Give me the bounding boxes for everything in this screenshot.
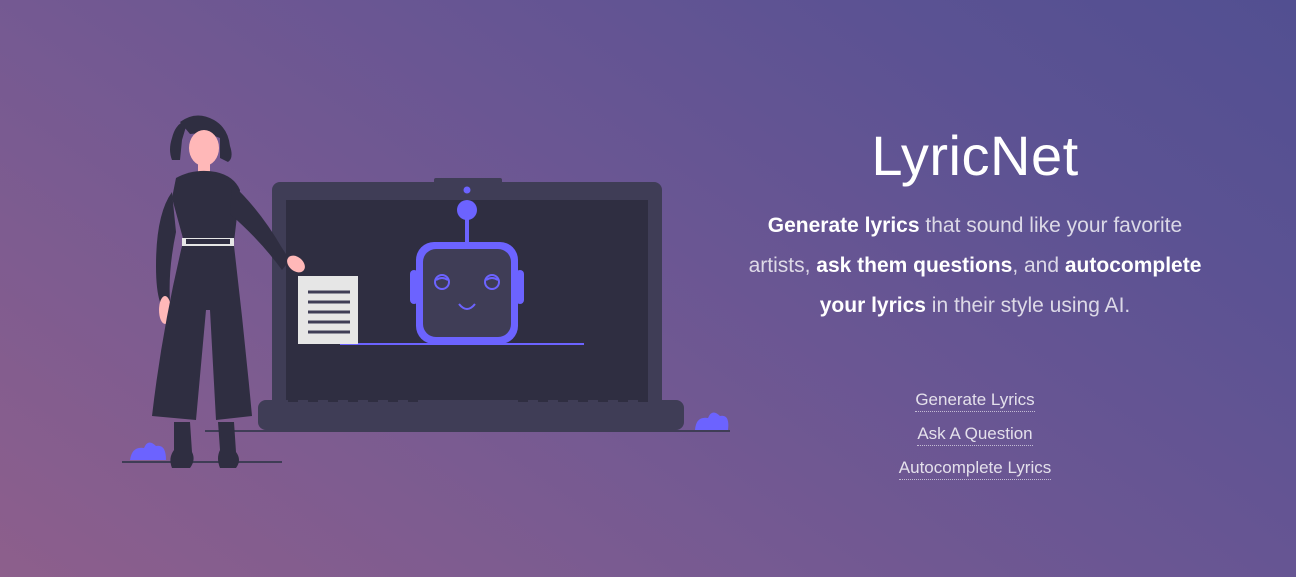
document-icon xyxy=(298,276,358,344)
tagline-text-3: in their style using AI. xyxy=(925,294,1131,317)
action-links: Generate Lyrics Ask A Question Autocompl… xyxy=(740,384,1210,486)
tagline-ask-questions: ask them questions xyxy=(816,254,1013,277)
tagline-generate-lyrics: Generate lyrics xyxy=(767,214,920,237)
ask-question-link[interactable]: Ask A Question xyxy=(917,424,1033,446)
app-title: LyricNet xyxy=(871,124,1079,187)
laptop-base xyxy=(258,400,684,430)
laptop-camera-bar xyxy=(434,178,502,186)
robot-presentation-illustration xyxy=(122,115,730,468)
tagline: Generate lyrics that sound like your fav… xyxy=(740,206,1210,326)
hero-content: LyricNet Generate lyrics that sound like… xyxy=(740,118,1210,486)
generate-lyrics-link[interactable]: Generate Lyrics xyxy=(915,390,1035,412)
bush-right-icon xyxy=(695,412,729,430)
bush-left-icon xyxy=(130,442,166,460)
tagline-text-2: , and xyxy=(1012,254,1065,277)
autocomplete-lyrics-link[interactable]: Autocomplete Lyrics xyxy=(898,458,1052,480)
hero-section: LyricNet Generate lyrics that sound like… xyxy=(0,0,1296,577)
